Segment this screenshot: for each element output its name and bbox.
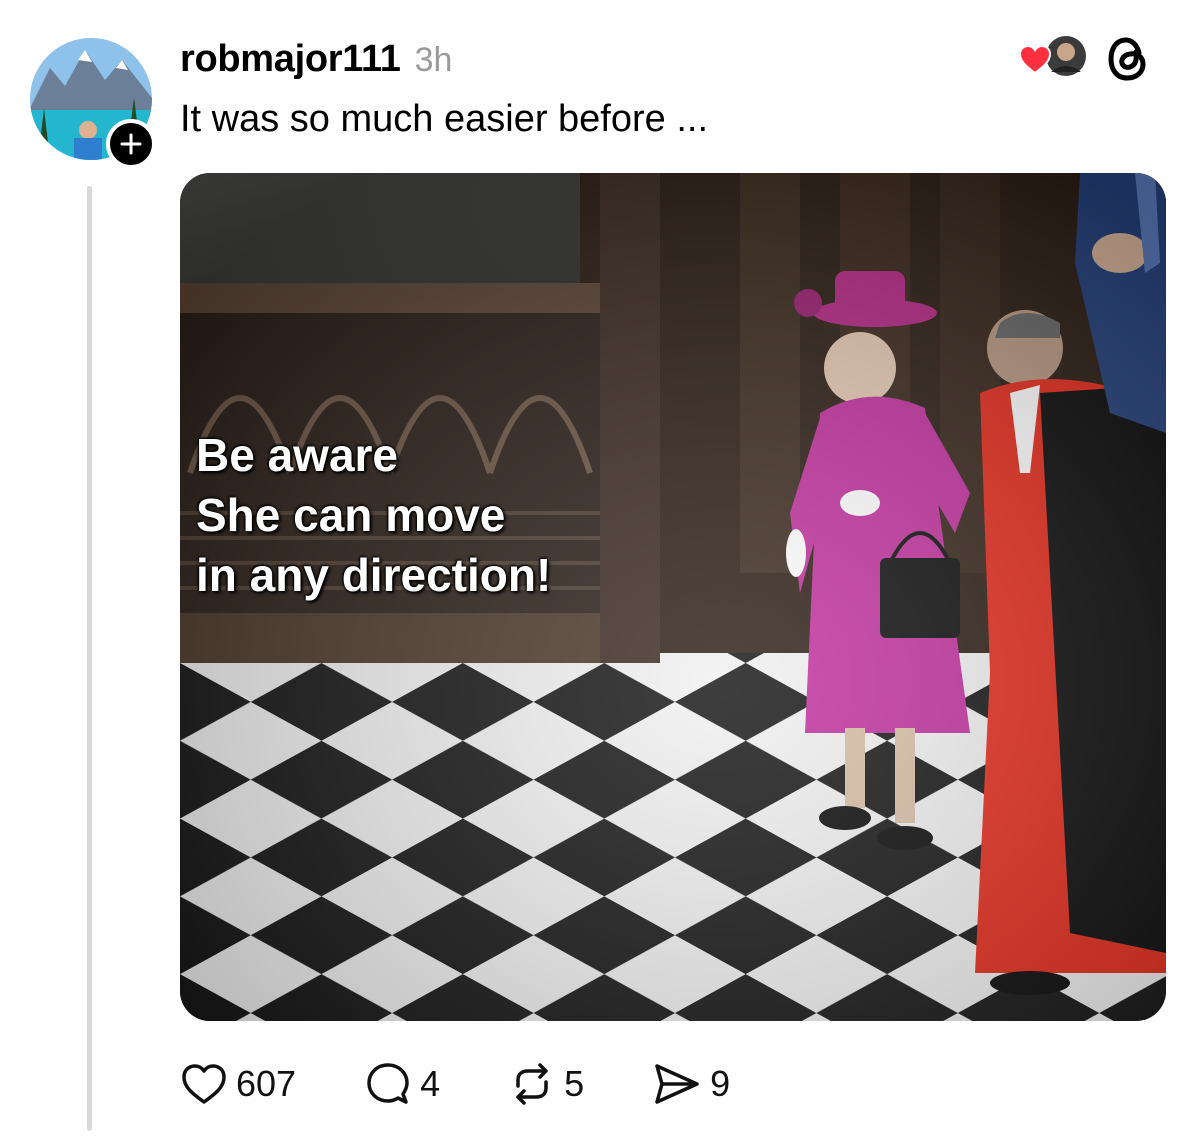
repost-icon [516, 1063, 548, 1105]
reply-count: 4 [420, 1063, 441, 1104]
plus-icon [120, 133, 142, 155]
threads-logo-icon[interactable] [1106, 35, 1150, 88]
heart-icon [1018, 44, 1052, 75]
share-count: 9 [710, 1063, 731, 1104]
heart-icon [182, 1064, 226, 1104]
repost-count: 5 [564, 1063, 585, 1104]
action-bar: 607 4 5 9 [180, 1060, 730, 1108]
image-caption: Be aware She can move in any direction! [196, 425, 551, 605]
liked-by-indicator[interactable] [1018, 30, 1088, 85]
reply-button[interactable]: 4 [364, 1060, 440, 1108]
top-right-controls [1018, 30, 1168, 90]
image-caption-line: She can move [196, 489, 506, 541]
post-header: robmajor111 3h [180, 38, 452, 81]
share-button[interactable]: 9 [652, 1060, 730, 1108]
post-text: It was so much easier before ... [180, 98, 709, 140]
username[interactable]: robmajor111 [180, 38, 401, 81]
repost-button[interactable]: 5 [508, 1060, 584, 1108]
like-button[interactable]: 607 [180, 1062, 296, 1106]
share-icon [655, 1064, 699, 1104]
reply-icon [367, 1063, 409, 1104]
thread-line [87, 186, 92, 1131]
post-image[interactable]: Be aware She can move in any direction! [180, 173, 1166, 1021]
image-caption-line: in any direction! [196, 549, 552, 601]
follow-button[interactable] [106, 119, 156, 169]
like-count: 607 [236, 1063, 297, 1104]
image-caption-line: Be aware [196, 429, 399, 481]
post-time: 3h [414, 41, 453, 79]
